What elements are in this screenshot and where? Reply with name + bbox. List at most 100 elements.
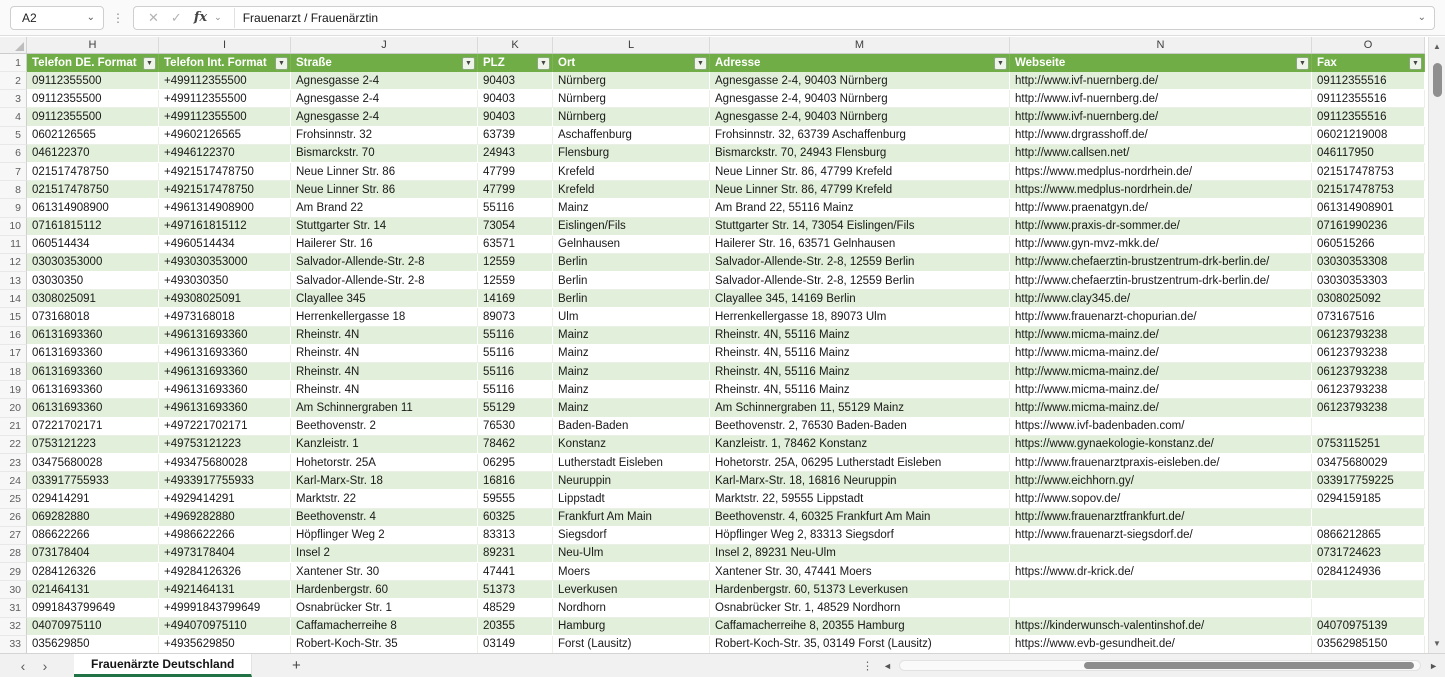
cell[interactable]: http://www.ivf-nuernberg.de/ — [1010, 72, 1312, 90]
cell[interactable]: +4969282880 — [159, 509, 291, 527]
cell[interactable]: 09112355500 — [27, 72, 159, 90]
horizontal-scrollbar-thumb[interactable] — [1084, 662, 1414, 669]
cell[interactable]: +49753121223 — [159, 436, 291, 454]
cell[interactable]: +49602126565 — [159, 127, 291, 145]
row-number[interactable]: 30 — [0, 581, 27, 599]
cell[interactable]: +4929414291 — [159, 490, 291, 508]
cell[interactable]: Marktstr. 22 — [291, 490, 478, 508]
cell[interactable]: Rheinstr. 4N — [291, 381, 478, 399]
cell[interactable]: http://www.praenatgyn.de/ — [1010, 199, 1312, 217]
cell[interactable]: 061314908901 — [1312, 199, 1425, 217]
tab-options-icon[interactable]: ⋮ — [862, 659, 873, 672]
cell[interactable]: Bismarckstr. 70 — [291, 145, 478, 163]
cell[interactable]: 03475680028 — [27, 454, 159, 472]
row-number[interactable]: 20 — [0, 399, 27, 417]
cell[interactable]: Berlin — [553, 254, 710, 272]
scroll-right-icon[interactable]: ► — [1429, 661, 1438, 671]
cell[interactable]: 06123793238 — [1312, 363, 1425, 381]
cell[interactable]: 073178404 — [27, 545, 159, 563]
cell[interactable]: Lippstadt — [553, 490, 710, 508]
cell[interactable]: Eislingen/Fils — [553, 218, 710, 236]
cell[interactable]: Mainz — [553, 327, 710, 345]
table-header-cell[interactable]: Webseite▼ — [1010, 54, 1312, 72]
cell[interactable]: Agnesgasse 2-4, 90403 Nürnberg — [710, 72, 1010, 90]
cell[interactable]: 04070975139 — [1312, 618, 1425, 636]
cell[interactable]: http://www.frauenarzt-chopurian.de/ — [1010, 308, 1312, 326]
cell[interactable]: 0866212865 — [1312, 527, 1425, 545]
cell[interactable]: Beethovenstr. 2 — [291, 418, 478, 436]
cell[interactable]: Salvador-Allende-Str. 2-8 — [291, 272, 478, 290]
cell[interactable]: 046122370 — [27, 145, 159, 163]
cell[interactable]: 03030353000 — [27, 254, 159, 272]
cell[interactable]: Mainz — [553, 345, 710, 363]
cell[interactable]: http://www.micma-mainz.de/ — [1010, 345, 1312, 363]
cell[interactable]: Krefeld — [553, 163, 710, 181]
column-header-k[interactable]: K — [478, 37, 553, 53]
row-number[interactable]: 19 — [0, 381, 27, 399]
row-number[interactable]: 6 — [0, 145, 27, 163]
cell[interactable]: +497221702171 — [159, 418, 291, 436]
cell[interactable]: Hailerer Str. 16, 63571 Gelnhausen — [710, 236, 1010, 254]
cell[interactable]: 061314908900 — [27, 199, 159, 217]
cell[interactable]: 55116 — [478, 381, 553, 399]
cell[interactable]: 03030353303 — [1312, 272, 1425, 290]
cell[interactable]: Agnesgasse 2-4, 90403 Nürnberg — [710, 90, 1010, 108]
cell[interactable]: 021464131 — [27, 581, 159, 599]
cell[interactable]: Forst (Lausitz) — [553, 636, 710, 653]
row-number[interactable]: 25 — [0, 490, 27, 508]
cell[interactable]: 0308025092 — [1312, 290, 1425, 308]
row-number[interactable]: 10 — [0, 218, 27, 236]
cell[interactable] — [1312, 418, 1425, 436]
cell[interactable]: +493030350 — [159, 272, 291, 290]
cell[interactable]: http://www.micma-mainz.de/ — [1010, 381, 1312, 399]
cell[interactable]: Salvador-Allende-Str. 2-8 — [291, 254, 478, 272]
cell[interactable] — [1312, 581, 1425, 599]
cell[interactable]: 06123793238 — [1312, 345, 1425, 363]
cell[interactable]: Salvador-Allende-Str. 2-8, 12559 Berlin — [710, 254, 1010, 272]
cell[interactable]: +4973168018 — [159, 308, 291, 326]
row-number[interactable]: 13 — [0, 272, 27, 290]
cell[interactable]: Herrenkellergasse 18, 89073 Ulm — [710, 308, 1010, 326]
cell[interactable]: +499112355500 — [159, 72, 291, 90]
cell[interactable]: 03475680029 — [1312, 454, 1425, 472]
cell[interactable]: 09112355500 — [27, 108, 159, 126]
row-number[interactable]: 9 — [0, 199, 27, 217]
cell[interactable]: 06123793238 — [1312, 399, 1425, 417]
cell[interactable]: 03149 — [478, 636, 553, 653]
scroll-up-icon[interactable]: ▲ — [1433, 42, 1441, 51]
cell[interactable]: http://www.micma-mainz.de/ — [1010, 363, 1312, 381]
cell[interactable]: Neue Linner Str. 86, 47799 Krefeld — [710, 163, 1010, 181]
cell[interactable]: https://www.dr-krick.de/ — [1010, 563, 1312, 581]
cell[interactable]: 06131693360 — [27, 363, 159, 381]
cell[interactable]: 12559 — [478, 272, 553, 290]
cell[interactable]: 47799 — [478, 181, 553, 199]
next-sheet-icon[interactable]: › — [34, 659, 56, 673]
cell[interactable]: Rheinstr. 4N — [291, 363, 478, 381]
row-number[interactable]: 16 — [0, 327, 27, 345]
scroll-left-icon[interactable]: ◄ — [883, 661, 892, 671]
cell[interactable]: Agnesgasse 2-4, 90403 Nürnberg — [710, 108, 1010, 126]
cell[interactable]: 021517478753 — [1312, 181, 1425, 199]
filter-dropdown-icon[interactable]: ▼ — [1409, 57, 1422, 70]
cell[interactable]: Gelnhausen — [553, 236, 710, 254]
cell[interactable]: Berlin — [553, 290, 710, 308]
enter-icon[interactable]: ✓ — [171, 11, 182, 24]
cell[interactable]: Rheinstr. 4N, 55116 Mainz — [710, 327, 1010, 345]
cell[interactable]: http://www.drgrasshoff.de/ — [1010, 127, 1312, 145]
cell[interactable]: +494070975110 — [159, 618, 291, 636]
cell[interactable]: Rheinstr. 4N, 55116 Mainz — [710, 381, 1010, 399]
cell[interactable]: 0308025091 — [27, 290, 159, 308]
add-sheet-button[interactable]: + — [284, 657, 308, 674]
row-number[interactable]: 1 — [0, 54, 27, 72]
cell[interactable]: Rheinstr. 4N, 55116 Mainz — [710, 345, 1010, 363]
cell[interactable]: 55116 — [478, 363, 553, 381]
cell[interactable] — [1010, 581, 1312, 599]
cell[interactable]: 0602126565 — [27, 127, 159, 145]
table-header-cell[interactable]: PLZ▼ — [478, 54, 553, 72]
cell[interactable]: 06021219008 — [1312, 127, 1425, 145]
cell[interactable]: Karl-Marx-Str. 18, 16816 Neuruppin — [710, 472, 1010, 490]
cell[interactable]: 07161815112 — [27, 218, 159, 236]
cell[interactable]: 021517478753 — [1312, 163, 1425, 181]
cancel-icon[interactable]: ✕ — [148, 11, 159, 24]
cell[interactable]: Höpflinger Weg 2, 83313 Siegsdorf — [710, 527, 1010, 545]
